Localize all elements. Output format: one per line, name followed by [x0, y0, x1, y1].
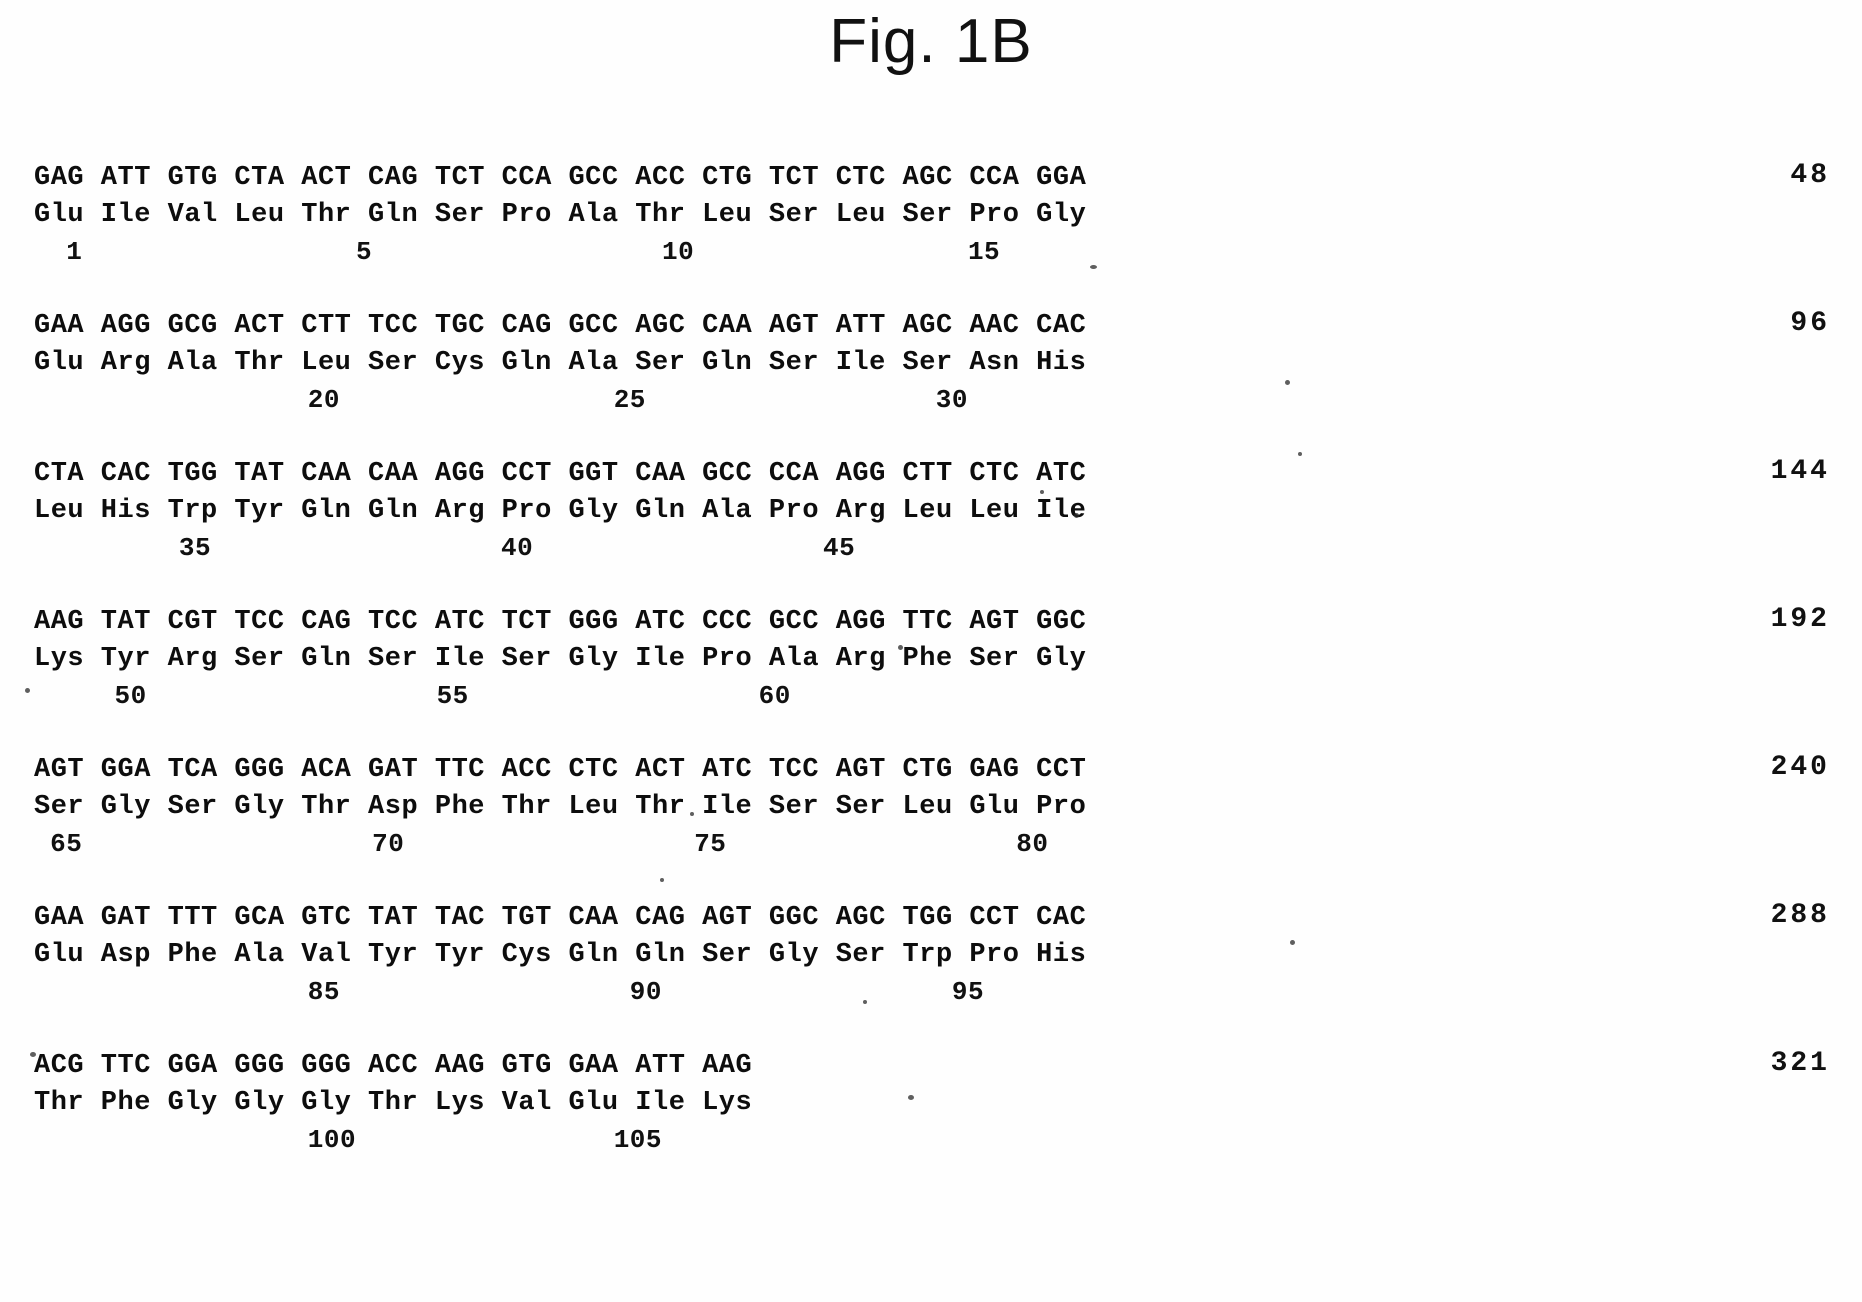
sequence-block: GAG ATT GTG CTA ACT CAG TCT CCA GCC ACC … [30, 160, 1830, 277]
residue-numbering-line: 65 70 75 80 [34, 829, 1049, 859]
scan-artifact [898, 645, 903, 650]
scan-artifact [690, 812, 694, 816]
scan-artifact [25, 688, 30, 693]
dna-sequence-line: GAG ATT GTG CTA ACT CAG TCT CCA GCC ACC … [34, 163, 1087, 193]
dna-sequence-line: AGT GGA TCA GGG ACA GAT TTC ACC CTC ACT … [34, 755, 1087, 785]
nucleotide-count: 288 [1770, 900, 1830, 931]
protein-sequence-line: Leu His Trp Tyr Gln Gln Arg Pro Gly Gln … [34, 496, 1087, 526]
protein-sequence-line: Glu Asp Phe Ala Val Tyr Tyr Cys Gln Gln … [34, 940, 1087, 970]
scan-artifact [863, 1000, 867, 1004]
scan-artifact [1298, 452, 1302, 456]
dna-sequence-line: GAA GAT TTT GCA GTC TAT TAC TGT CAA CAG … [34, 903, 1087, 933]
dna-sequence-line: CTA CAC TGG TAT CAA CAA AGG CCT GGT CAA … [34, 459, 1087, 489]
sequence-block: GAA GAT TTT GCA GTC TAT TAC TGT CAA CAG … [30, 900, 1830, 1017]
protein-sequence-line: Thr Phe Gly Gly Gly Thr Lys Val Glu Ile … [34, 1088, 753, 1118]
residue-numbering-line: 85 90 95 [34, 977, 985, 1007]
nucleotide-count: 96 [1790, 308, 1830, 339]
protein-sequence-line: Lys Tyr Arg Ser Gln Ser Ile Ser Gly Ile … [34, 644, 1087, 674]
scan-artifact [908, 1095, 914, 1100]
dna-sequence-line: AAG TAT CGT TCC CAG TCC ATC TCT GGG ATC … [34, 607, 1087, 637]
dna-sequence-line: GAA AGG GCG ACT CTT TCC TGC CAG GCC AGC … [34, 311, 1087, 341]
dna-sequence-line: ACG TTC GGA GGG GGG ACC AAG GTG GAA ATT … [34, 1051, 753, 1081]
scan-artifact [30, 1052, 36, 1057]
protein-sequence-line: Ser Gly Ser Gly Thr Asp Phe Thr Leu Thr … [34, 792, 1087, 822]
scan-artifact [1290, 940, 1295, 945]
scan-artifact [1040, 490, 1044, 494]
sequence-listing: GAG ATT GTG CTA ACT CAG TCT CCA GCC ACC … [30, 160, 1830, 1196]
nucleotide-count: 321 [1770, 1048, 1830, 1079]
scan-artifact [660, 878, 664, 882]
residue-numbering-line: 35 40 45 [34, 533, 856, 563]
page-title: Fig. 1B [829, 7, 1033, 76]
nucleotide-count: 240 [1770, 752, 1830, 783]
sequence-block: GAA AGG GCG ACT CTT TCC TGC CAG GCC AGC … [30, 308, 1830, 425]
residue-numbering-line: 1 5 10 15 [34, 237, 1001, 267]
residue-numbering-line: 20 25 30 [34, 385, 968, 415]
residue-numbering-line: 50 55 60 [34, 681, 791, 711]
patent-figure-page: Fig. 1B GAG ATT GTG CTA ACT CAG TCT CCA … [0, 0, 1862, 1302]
sequence-block: AAG TAT CGT TCC CAG TCC ATC TCT GGG ATC … [30, 604, 1830, 721]
residue-numbering-line: 100 105 [34, 1125, 662, 1155]
nucleotide-count: 144 [1770, 456, 1830, 487]
nucleotide-count: 48 [1790, 160, 1830, 191]
scan-artifact [1074, 513, 1079, 518]
protein-sequence-line: Glu Ile Val Leu Thr Gln Ser Pro Ala Thr … [34, 200, 1087, 230]
sequence-block: CTA CAC TGG TAT CAA CAA AGG CCT GGT CAA … [30, 456, 1830, 573]
scan-artifact [1090, 265, 1097, 269]
scan-artifact [1285, 380, 1290, 385]
protein-sequence-line: Glu Arg Ala Thr Leu Ser Cys Gln Ala Ser … [34, 348, 1087, 378]
nucleotide-count: 192 [1770, 604, 1830, 635]
sequence-block: ACG TTC GGA GGG GGG ACC AAG GTG GAA ATT … [30, 1048, 1830, 1165]
sequence-block: AGT GGA TCA GGG ACA GAT TTC ACC CTC ACT … [30, 752, 1830, 869]
